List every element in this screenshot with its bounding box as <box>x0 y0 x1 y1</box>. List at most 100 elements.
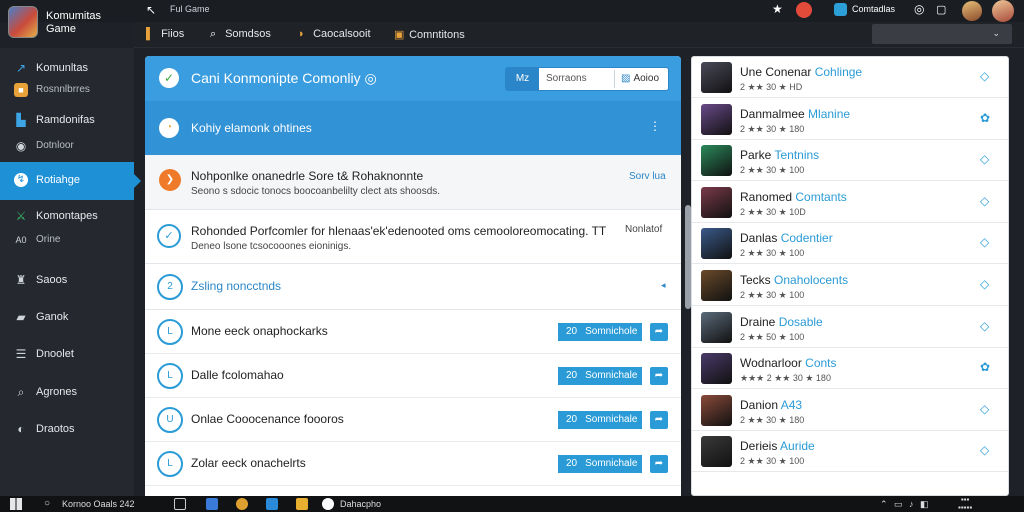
sidebar-item-drafts[interactable]: ◐ Draotos <box>0 419 134 441</box>
sidebar-item-random[interactable]: ▙ Ramdonifas <box>0 110 134 132</box>
diamond-icon[interactable]: ◇ <box>980 402 989 416</box>
community-list-item[interactable]: Danlas Codentier 2 ★★ 30 ★ 100 ◇ <box>692 223 1008 265</box>
top-search-dropdown[interactable]: ⌄ <box>872 24 1012 44</box>
community-name-text: Draine <box>740 314 779 329</box>
community-list-item[interactable]: Une Conenar Cohlinge 2 ★★ 30 ★ HD ◇ <box>692 57 1008 98</box>
store-icon[interactable] <box>266 498 278 510</box>
notification-title: Nohponlke onanedrle Sore t& Rohaknonnte <box>191 169 424 183</box>
row-badge[interactable]: 20 Somnichale <box>558 367 642 385</box>
community-list-item[interactable]: Ranomed Comtants 2 ★★ 30 ★ 10D ◇ <box>692 182 1008 223</box>
clock[interactable]: ▪▪▪ ▪▪▪▪▪ <box>958 496 972 512</box>
segment-right[interactable]: ▨ Aoioo <box>614 70 666 88</box>
taskbar-app[interactable]: Dahacpho <box>340 499 381 509</box>
share-icon[interactable]: ➦ <box>650 455 668 473</box>
tab-files[interactable]: ▌ Fiios <box>146 28 184 40</box>
notification-link[interactable]: Sorv lua <box>629 171 666 182</box>
page-title-text: Cani Konmonipte Comonliy <box>191 70 361 86</box>
diamond-icon[interactable]: ◇ <box>980 443 989 457</box>
tab-label: Fiios <box>161 28 185 40</box>
diamond-icon[interactable]: ◇ <box>980 194 989 208</box>
list-item[interactable]: L Zolar eeck onachelrts 20 Somnichale ➦ <box>145 442 681 486</box>
community-list-item[interactable]: Danmalmee Mlanine 2 ★★ 30 ★ 180 ✿ <box>692 99 1008 140</box>
row-icon: U <box>157 407 183 433</box>
diamond-icon[interactable]: ◇ <box>980 277 989 291</box>
community-name: Danion A43 <box>740 398 802 412</box>
window-icon[interactable]: ▢ <box>936 3 946 16</box>
sidebar-item-community[interactable]: ↗ Komunltas <box>0 58 134 80</box>
gear-icon[interactable]: ✿ <box>980 360 990 374</box>
mail-icon[interactable] <box>206 498 218 510</box>
row-label: Zolar eeck onachelrts <box>191 456 306 470</box>
community-list-item[interactable]: Derieis Auride 2 ★★ 30 ★ 100 ◇ <box>692 431 1008 473</box>
sidebar-item-saves[interactable]: ♜ Saoos <box>0 270 134 292</box>
share-icon[interactable]: ➦ <box>650 411 668 429</box>
settings-icon[interactable]: ◎ <box>914 2 924 16</box>
sidebar-item-ratings[interactable]: ↯ Rotiahge <box>0 162 141 200</box>
sidebar-item-compete[interactable]: ⚔ Komontapes <box>0 206 134 228</box>
recommended-item[interactable]: ✓ Rohonded Porfcomler for hlenaas'ek'ede… <box>145 210 681 264</box>
tab-search[interactable]: ⌕ Somdsos <box>210 28 271 41</box>
diamond-icon[interactable]: ◇ <box>980 69 989 83</box>
warning-icon: ❯ <box>159 169 181 191</box>
sidebar-item-label: Draotos <box>36 423 75 435</box>
folder-icon[interactable] <box>296 498 308 510</box>
community-list-item[interactable]: Wodnarloor Conts ★★★ 2 ★★ 30 ★ 180 ✿ <box>692 348 1008 390</box>
list-item[interactable]: L Mone eeck onaphockarks 20 Somnichole ➦ <box>145 310 681 354</box>
sidebar-item-agents[interactable]: ⌕ Agrones <box>0 382 134 404</box>
sidebar-item-direct[interactable]: ☰ Dnoolet <box>0 344 134 366</box>
diamond-icon[interactable]: ◇ <box>980 152 989 166</box>
community-list-item[interactable]: Parke Tentnins 2 ★★ 30 ★ 100 ◇ <box>692 140 1008 182</box>
system-tray-icons[interactable]: ⌃ ▭ ♪ ◧ <box>880 499 931 510</box>
chevron-icon[interactable]: ◂ <box>661 280 666 291</box>
gear-icon[interactable]: ✿ <box>980 111 990 125</box>
browser-icon[interactable] <box>322 498 334 510</box>
more-icon[interactable]: ⋮ <box>649 119 661 133</box>
notification-item[interactable]: ❯ Nohponlke onanedrle Sore t& Rohaknonnt… <box>145 155 681 210</box>
list-item[interactable]: L Dalle fcolomahao 20 Somnichale ➦ <box>145 354 681 398</box>
back-arrow-icon[interactable]: ↖ <box>146 3 156 17</box>
community-name-highlight: Codentier <box>780 231 833 246</box>
avatar[interactable] <box>962 1 982 21</box>
community-name-highlight: Tentnins <box>774 148 820 163</box>
community-name-text: Tecks <box>740 273 775 287</box>
user-avatar[interactable] <box>992 0 1014 22</box>
list-item[interactable]: U Onlae Cooocenance foooros 20 Somnichale… <box>145 398 681 442</box>
sidebar-item-download[interactable]: ◉ Dotnloor <box>0 136 134 158</box>
avatar <box>701 270 732 301</box>
top-bar: ↖ Ful Game ★ Comtadlas ◎ ▢ <box>0 0 1024 22</box>
community-name: Wodnarloor Conts <box>740 356 837 370</box>
segment-right-label: Aoioo <box>633 73 660 84</box>
contacts-link[interactable]: Comtadlas <box>852 4 895 14</box>
chrome-icon[interactable] <box>236 498 248 510</box>
notification-icon[interactable] <box>796 2 812 18</box>
taskbar-search[interactable]: Kornoo Oaals 242 <box>62 499 135 509</box>
diamond-icon[interactable]: ◇ <box>980 235 989 249</box>
community-list-item[interactable]: Tecks Onaholocents 2 ★★ 30 ★ 100 ◇ <box>692 265 1008 306</box>
diamond-icon[interactable]: ◇ <box>980 319 989 333</box>
row-badge[interactable]: 20 Somnichole <box>558 323 642 341</box>
collapse-section[interactable]: 2 Zsling noncctnds ◂ <box>145 264 681 310</box>
search-input[interactable]: Sorraons <box>546 73 587 84</box>
book-icon: ▙ <box>16 113 26 127</box>
row-badge[interactable]: 20 Somnichale <box>558 411 642 429</box>
community-name-text: Danion <box>740 397 781 412</box>
taskview-icon[interactable] <box>174 498 186 510</box>
row-badge[interactable]: 20 Somnichale <box>558 455 642 473</box>
search-icon[interactable]: ○ <box>44 498 50 509</box>
community-list-item[interactable]: Draine Dosable 2 ★★ 50 ★ 100 ◇ <box>692 307 1008 348</box>
segment-left[interactable]: Mz <box>506 68 539 90</box>
sidebar-item-resources[interactable]: ■ Rosnnlbrres <box>0 80 134 102</box>
community-name: Une Conenar Cohlinge <box>740 65 862 79</box>
sidebar-item-game[interactable]: ▰ Ganok <box>0 307 134 329</box>
tab-calc[interactable]: ◗ Caocalsooit <box>298 28 371 40</box>
star-icon[interactable]: ★ <box>772 2 783 16</box>
windows-start-icon[interactable] <box>10 498 22 510</box>
sidebar-item-online[interactable]: A0 Orine <box>0 230 134 252</box>
share-icon[interactable]: ➦ <box>650 367 668 385</box>
contacts-icon[interactable] <box>834 3 847 16</box>
share-icon[interactable]: ➦ <box>650 323 668 341</box>
row-label: Onlae Cooocenance foooros <box>191 412 344 426</box>
tab-communities[interactable]: ▣ Comntitons <box>394 28 465 41</box>
community-list-item[interactable]: Danion A43 2 ★★ 30 ★ 180 ◇ <box>692 390 1008 431</box>
row-label: Mone eeck onaphockarks <box>191 324 328 338</box>
